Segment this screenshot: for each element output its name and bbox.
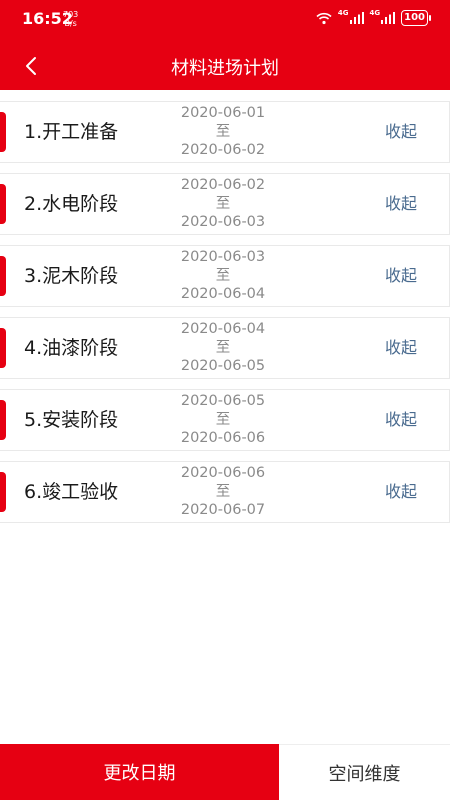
list-item: 6.竣工验收 2020-06-06 至 2020-06-07 收起 — [0, 461, 450, 523]
battery-icon: 100 — [401, 10, 431, 26]
date-range: 2020-06-06 至 2020-06-07 — [155, 464, 291, 520]
stage-name: 5.安装阶段 — [24, 409, 119, 431]
battery-level: 100 — [404, 12, 425, 23]
row-accent-bar — [0, 400, 6, 440]
end-date: 2020-06-07 — [180, 502, 266, 518]
date-range: 2020-06-05 至 2020-06-06 — [155, 392, 291, 448]
signal-icon — [349, 12, 364, 24]
date-separator: 至 — [215, 267, 231, 284]
date-range: 2020-06-02 至 2020-06-03 — [155, 176, 291, 232]
end-date: 2020-06-03 — [180, 214, 266, 230]
change-date-button[interactable]: 更改日期 — [0, 744, 279, 800]
collapse-button[interactable]: 收起 — [385, 174, 417, 234]
start-date: 2020-06-04 — [180, 321, 266, 337]
date-separator: 至 — [215, 483, 231, 500]
row-accent-bar — [0, 328, 6, 368]
end-date: 2020-06-02 — [180, 142, 266, 158]
date-separator: 至 — [215, 411, 231, 428]
network-speed-value: 703 — [63, 10, 79, 19]
status-icons: 4G 4G 100 — [316, 9, 431, 26]
network-type-1: 4G — [337, 9, 349, 17]
start-date: 2020-06-02 — [180, 177, 266, 193]
wifi-icon — [316, 12, 332, 24]
collapse-button[interactable]: 收起 — [385, 462, 417, 522]
stage-name: 2.水电阶段 — [24, 193, 119, 215]
collapse-button[interactable]: 收起 — [385, 246, 417, 306]
stage-name: 3.泥木阶段 — [24, 265, 119, 287]
start-date: 2020-06-06 — [180, 465, 266, 481]
row-accent-bar — [0, 472, 6, 512]
end-date: 2020-06-05 — [180, 358, 266, 374]
collapse-button[interactable]: 收起 — [385, 102, 417, 162]
space-dimension-button[interactable]: 空间维度 — [279, 744, 450, 800]
row-accent-bar — [0, 112, 6, 152]
list-item: 4.油漆阶段 2020-06-04 至 2020-06-05 收起 — [0, 317, 450, 379]
status-bar: 16:52 703 B/s 4G 4G 100 — [0, 0, 450, 36]
stage-name: 4.油漆阶段 — [24, 337, 119, 359]
date-range: 2020-06-03 至 2020-06-04 — [155, 248, 291, 304]
collapse-button[interactable]: 收起 — [385, 390, 417, 450]
collapse-button[interactable]: 收起 — [385, 318, 417, 378]
row-accent-bar — [0, 184, 6, 224]
start-date: 2020-06-01 — [180, 105, 266, 121]
date-separator: 至 — [215, 195, 231, 212]
end-date: 2020-06-04 — [180, 286, 266, 302]
start-date: 2020-06-03 — [180, 249, 266, 265]
nav-bar: 材料进场计划 — [0, 44, 450, 88]
end-date: 2020-06-06 — [180, 430, 266, 446]
date-separator: 至 — [215, 123, 231, 140]
network-speed-unit: B/s — [64, 19, 77, 28]
start-date: 2020-06-05 — [180, 393, 266, 409]
signal-icon-2 — [381, 12, 396, 24]
list-item: 3.泥木阶段 2020-06-03 至 2020-06-04 收起 — [0, 245, 450, 307]
page-title: 材料进场计划 — [171, 58, 279, 79]
list-item: 1.开工准备 2020-06-01 至 2020-06-02 收起 — [0, 101, 450, 163]
date-separator: 至 — [215, 339, 231, 356]
date-range: 2020-06-04 至 2020-06-05 — [155, 320, 291, 376]
app-header: 16:52 703 B/s 4G 4G 100 材料进场计划 — [0, 0, 450, 90]
list-item: 5.安装阶段 2020-06-05 至 2020-06-06 收起 — [0, 389, 450, 451]
date-range: 2020-06-01 至 2020-06-02 — [155, 104, 291, 160]
bottom-action-bar: 更改日期 空间维度 — [0, 744, 450, 800]
stage-name: 1.开工准备 — [24, 121, 119, 143]
stage-name: 6.竣工验收 — [24, 481, 119, 503]
row-accent-bar — [0, 256, 6, 296]
list-item: 2.水电阶段 2020-06-02 至 2020-06-03 收起 — [0, 173, 450, 235]
network-speed: 703 B/s — [63, 10, 78, 28]
network-type-2: 4G — [369, 9, 381, 17]
